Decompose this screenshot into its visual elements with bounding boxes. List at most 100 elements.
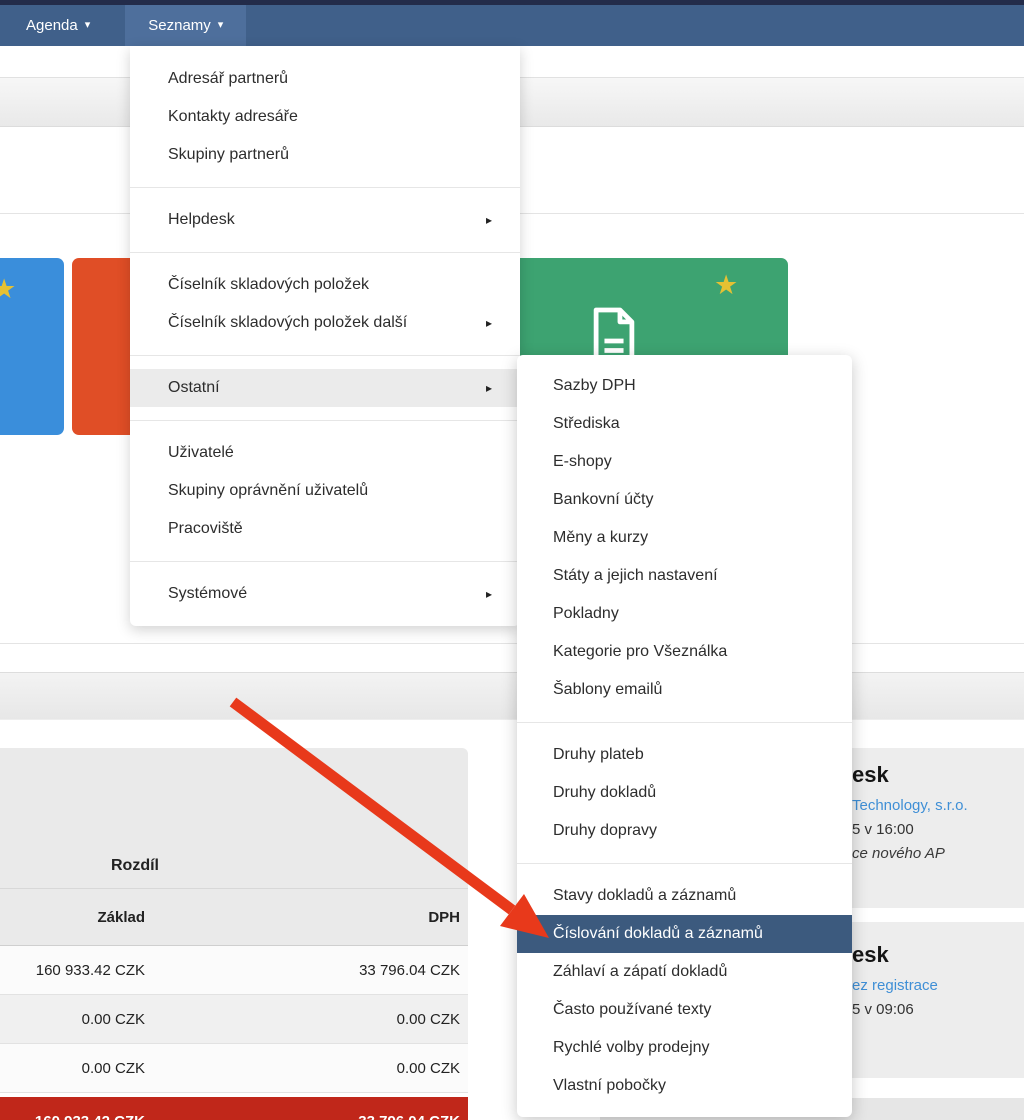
table-column-headers: Základ DPH [0, 888, 468, 946]
submenu-item-label: Záhlaví a zápatí dokladů [553, 963, 727, 980]
menu-item-uzivatele[interactable]: Uživatelé [130, 434, 520, 472]
submenu-item-staty-a-jejich-nastaveni[interactable]: Státy a jejich nastavení [517, 557, 852, 595]
menu-item-ciselnik-skladovych-polozek-dalsi[interactable]: Číselník skladových položek další ▸ [130, 304, 520, 342]
card-timestamp: 5 v 16:00 [852, 821, 1018, 838]
submenu-item-druhy-dopravy[interactable]: Druhy dopravy [517, 812, 852, 850]
navbar-items: Agenda ▾ Seznamy ▾ [0, 5, 1024, 46]
app-root: ★ ★ Rozdíl Základ DPH 160 933.42 CZK 33 … [0, 0, 1024, 1120]
nav-menu-agenda[interactable]: Agenda ▾ [3, 5, 113, 46]
nav-agenda-label: Agenda [26, 5, 78, 46]
submenu-item-sablony-emailu[interactable]: Šablony emailů [517, 671, 852, 709]
table-group-header: Rozdíl [0, 844, 270, 888]
menu-divider [130, 561, 520, 562]
menu-item-skupiny-partneru[interactable]: Skupiny partnerů [130, 136, 520, 174]
submenu-item-stavy-dokladu-a-zaznamu[interactable]: Stavy dokladů a záznamů [517, 877, 852, 915]
card-link[interactable]: ez registrace [852, 977, 1018, 994]
menu-item-pracoviste[interactable]: Pracoviště [130, 510, 520, 548]
section-header-band [0, 672, 1024, 720]
menu-item-helpdesk[interactable]: Helpdesk ▸ [130, 201, 520, 239]
submenu-item-label: Druhy dopravy [553, 822, 657, 839]
submenu-item-rychle-volby-prodejny[interactable]: Rychlé volby prodejny [517, 1029, 852, 1067]
submenu-item-label: Rychlé volby prodejny [553, 1039, 710, 1056]
submenu-item-label: Šablony emailů [553, 681, 662, 698]
menu-item-label: Skupiny partnerů [168, 146, 289, 163]
menu-item-label: Adresář partnerů [168, 70, 288, 87]
cell-zaklad: 0.00 CZK [0, 1060, 145, 1077]
menu-item-label: Číselník skladových položek další [168, 314, 407, 331]
submenu-item-bankovni-ucty[interactable]: Bankovní účty [517, 481, 852, 519]
submenu-item-casto-pouzivane-texty[interactable]: Často používané texty [517, 991, 852, 1029]
card-link[interactable]: Technology, s.r.o. [852, 797, 1018, 814]
submenu-item-pokladny[interactable]: Pokladny [517, 595, 852, 633]
submenu-item-label: Stavy dokladů a záznamů [553, 887, 736, 904]
ostatni-submenu: Sazby DPH Střediska E-shopy Bankovní účt… [517, 355, 852, 1117]
submenu-item-label: Sazby DPH [553, 377, 636, 394]
menu-item-label: Pracoviště [168, 520, 243, 537]
submenu-arrow-icon: ▸ [486, 575, 492, 613]
cell-zaklad: 0.00 CZK [0, 1011, 145, 1028]
submenu-item-vlastni-pobocky[interactable]: Vlastní pobočky [517, 1067, 852, 1105]
menu-item-adresar-partneru[interactable]: Adresář partnerů [130, 60, 520, 98]
menu-divider [517, 722, 852, 723]
summary-table-panel: Rozdíl Základ DPH 160 933.42 CZK 33 796.… [0, 748, 468, 1120]
caret-down-icon: ▾ [218, 5, 224, 46]
table-row: 160 933.42 CZK 33 796.04 CZK [0, 946, 468, 995]
submenu-arrow-icon: ▸ [486, 369, 492, 407]
nav-seznamy-label: Seznamy [148, 5, 211, 46]
menu-divider [130, 252, 520, 253]
card-note: ce nového AP [852, 845, 1018, 862]
menu-divider [130, 420, 520, 421]
submenu-item-label: E-shopy [553, 453, 612, 470]
submenu-item-label: Bankovní účty [553, 491, 654, 508]
table-row-total: 160 933.42 CZK 33 796.04 CZK [0, 1097, 468, 1120]
table-row: 0.00 CZK 0.00 CZK [0, 1044, 468, 1093]
submenu-item-label: Číslování dokladů a záznamů [553, 925, 763, 942]
menu-item-kontakty-adresare[interactable]: Kontakty adresáře [130, 98, 520, 136]
menu-item-label: Číselník skladových položek [168, 276, 369, 293]
menu-item-label: Ostatní [168, 379, 220, 396]
favorite-star-icon: ★ [0, 276, 16, 303]
submenu-item-cislovani-dokladu-a-zaznamu[interactable]: Číslování dokladů a záznamů [517, 915, 852, 953]
submenu-item-strediska[interactable]: Střediska [517, 405, 852, 443]
column-header-dph: DPH [145, 909, 468, 926]
submenu-arrow-icon: ▸ [486, 304, 492, 342]
cell-dph-total: 33 796.04 CZK [145, 1113, 468, 1120]
card-timestamp: 5 v 09:06 [852, 1001, 1018, 1018]
submenu-item-label: Často používané texty [553, 1001, 711, 1018]
submenu-item-label: Druhy dokladů [553, 784, 656, 801]
table-row: 0.00 CZK 0.00 CZK [0, 995, 468, 1044]
submenu-item-label: Státy a jejich nastavení [553, 567, 718, 584]
submenu-item-label: Vlastní pobočky [553, 1077, 666, 1094]
submenu-item-eshopy[interactable]: E-shopy [517, 443, 852, 481]
menu-item-systemove[interactable]: Systémové ▸ [130, 575, 520, 613]
top-navbar: Agenda ▾ Seznamy ▾ [0, 0, 1024, 46]
cell-zaklad: 160 933.42 CZK [0, 962, 145, 979]
submenu-item-label: Kategorie pro Všeználka [553, 643, 727, 660]
menu-item-label: Skupiny oprávnění uživatelů [168, 482, 368, 499]
submenu-item-label: Střediska [553, 415, 620, 432]
menu-divider [517, 863, 852, 864]
submenu-item-druhy-dokladu[interactable]: Druhy dokladů [517, 774, 852, 812]
menu-item-ciselnik-skladovych-polozek[interactable]: Číselník skladových položek [130, 266, 520, 304]
submenu-item-meny-a-kurzy[interactable]: Měny a kurzy [517, 519, 852, 557]
caret-down-icon: ▾ [85, 5, 91, 46]
menu-item-label: Helpdesk [168, 211, 235, 228]
card-title: esk [852, 942, 1018, 968]
menu-item-skupiny-opravneni-uzivatelu[interactable]: Skupiny oprávnění uživatelů [130, 472, 520, 510]
cell-dph: 0.00 CZK [145, 1011, 468, 1028]
submenu-item-sazby-dph[interactable]: Sazby DPH [517, 367, 852, 405]
column-header-zaklad: Základ [0, 909, 145, 926]
nav-menu-seznamy[interactable]: Seznamy ▾ [125, 5, 246, 46]
menu-item-label: Kontakty adresáře [168, 108, 298, 125]
section-divider-line [0, 643, 1024, 644]
submenu-item-druhy-plateb[interactable]: Druhy plateb [517, 736, 852, 774]
submenu-arrow-icon: ▸ [486, 201, 492, 239]
menu-item-ostatni[interactable]: Ostatní ▸ [130, 369, 520, 407]
menu-item-label: Uživatelé [168, 444, 234, 461]
menu-item-label: Systémové [168, 585, 247, 602]
submenu-item-zahlavi-a-zapati-dokladu[interactable]: Záhlaví a zápatí dokladů [517, 953, 852, 991]
submenu-item-label: Druhy plateb [553, 746, 644, 763]
card-title: esk [852, 762, 1018, 788]
cell-zaklad-total: 160 933.42 CZK [0, 1113, 145, 1120]
submenu-item-kategorie-pro-vseznalka[interactable]: Kategorie pro Všeználka [517, 633, 852, 671]
